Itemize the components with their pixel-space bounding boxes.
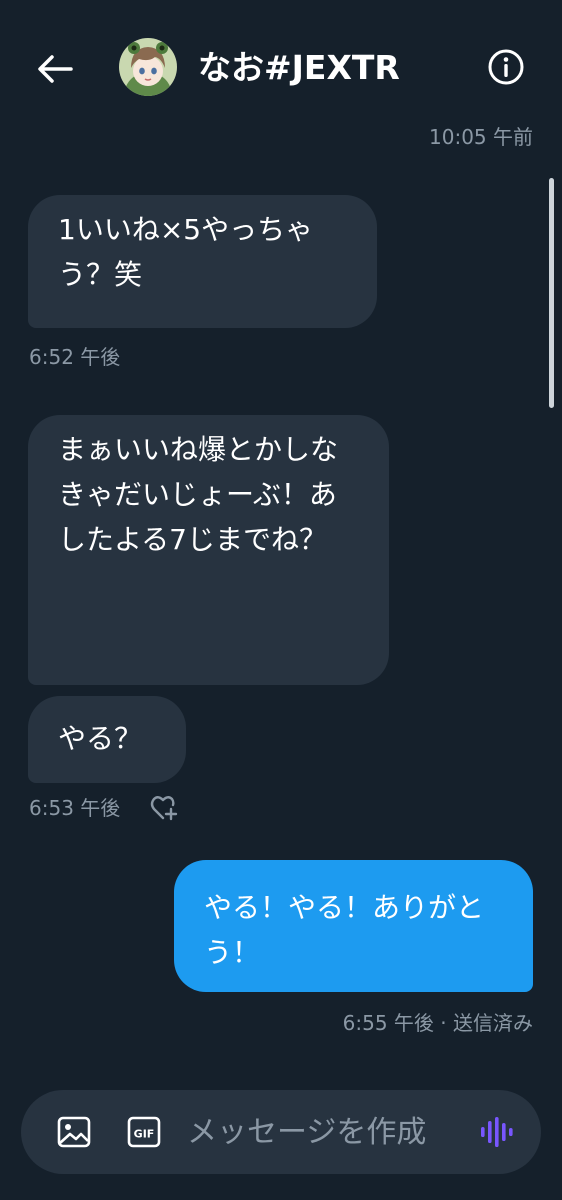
message-bubble-incoming[interactable]: 1いいね×5やっちゃう？笑 <box>28 195 377 328</box>
info-circle-icon <box>488 49 524 85</box>
avatar[interactable] <box>119 38 177 96</box>
message-bubble-incoming[interactable]: まぁいいね爆とかしなきゃだいじょーぶ！あしたよる7じまでね？ <box>28 415 389 685</box>
message-timestamp: 6:52 午後 <box>29 345 121 369</box>
voice-message-button[interactable] <box>476 1112 516 1152</box>
avatar-image <box>119 38 177 96</box>
timestamp: 10:05 午前 <box>429 125 533 149</box>
message-input[interactable] <box>187 1108 477 1156</box>
back-button[interactable] <box>30 44 80 94</box>
message-status: 6:55 午後 · 送信済み <box>342 1011 533 1035</box>
contact-name[interactable]: なお#JEXTR <box>198 40 400 96</box>
add-gif-button[interactable]: GIF <box>124 1112 164 1152</box>
heart-plus-icon <box>150 796 178 821</box>
bottom-edge <box>0 1190 562 1200</box>
arrow-left-icon <box>38 55 73 83</box>
message-bubble-outgoing[interactable]: やる！やる！ありがとう！ <box>174 860 533 992</box>
info-button[interactable] <box>483 44 529 90</box>
voice-wave-icon <box>481 1117 513 1147</box>
gif-icon: GIF <box>127 1116 161 1148</box>
add-image-button[interactable] <box>54 1112 94 1152</box>
scrollbar[interactable] <box>549 178 554 408</box>
message-bubble-incoming[interactable]: やる？ <box>28 696 186 783</box>
message-timestamp: 6:53 午後 <box>29 796 121 820</box>
image-icon <box>57 1116 91 1148</box>
react-button[interactable] <box>150 794 180 822</box>
gif-label: GIF <box>134 1128 155 1141</box>
message-composer: GIF <box>21 1090 541 1174</box>
chat-header: なお#JEXTR <box>0 0 562 130</box>
